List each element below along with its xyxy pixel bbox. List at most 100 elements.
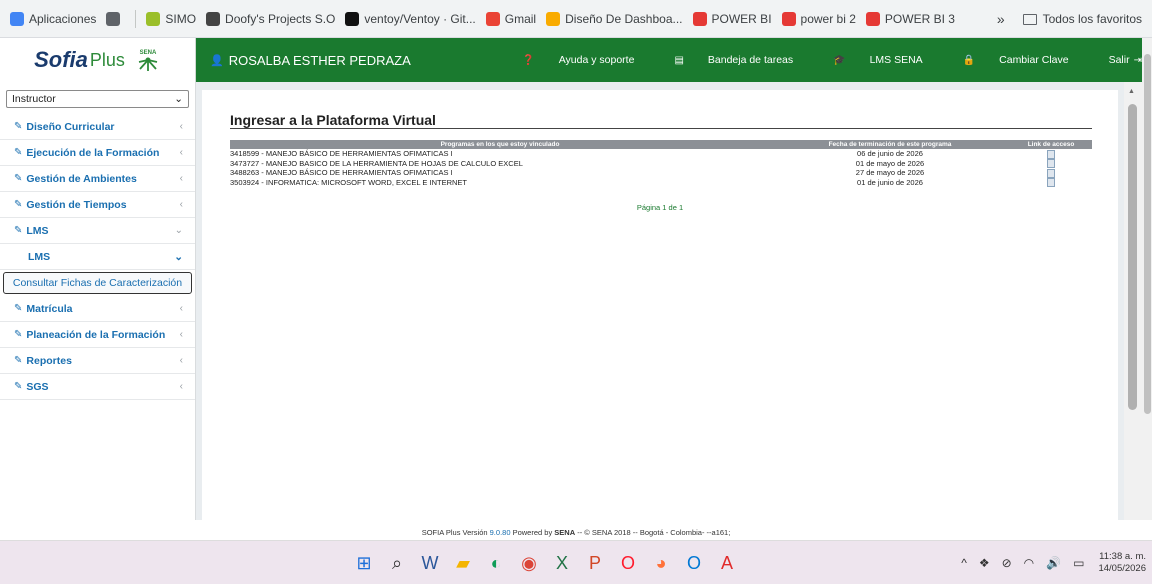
network-off-icon[interactable]: ⊘ <box>1002 556 1012 570</box>
nav-label: Cambiar Clave <box>999 54 1069 66</box>
link-cell <box>1010 178 1092 188</box>
bookmark-icon <box>692 11 707 26</box>
nav-label: LMS SENA <box>869 54 923 66</box>
top-nav: ❓ Ayuda y soporte ▤ Bandeja de tareas 🎓 LMS S… <box>482 38 1142 82</box>
sidebar-item-text: Ejecución de la Formación <box>26 146 160 159</box>
file-explorer-icon[interactable]: ▰ <box>449 549 477 577</box>
sidebar-item-consultar-fichas[interactable]: Consultar Fichas de Caracterización <box>3 272 192 294</box>
sidebar-item-lms[interactable]: ✎ LMS ⌄ <box>0 218 195 244</box>
access-link-icon[interactable] <box>1047 149 1055 159</box>
sena-logo-icon: SENA <box>138 50 158 71</box>
clock[interactable]: 11:38 a. m. 14/05/2026 <box>1098 551 1146 575</box>
col-header-link: Link de acceso <box>1010 140 1092 149</box>
excel-icon[interactable]: X <box>548 549 576 577</box>
nav-label: Salir <box>1108 54 1130 66</box>
sidebar-item-text: Matrícula <box>26 302 73 315</box>
pagination: Página 1 de 1 <box>636 203 684 212</box>
bookmark-1[interactable] <box>106 11 125 26</box>
bookmark-0[interactable]: Aplicaciones <box>10 11 96 26</box>
bookmark-label: Doofy's Projects S.O <box>225 11 336 26</box>
app-header: Sofia Plus SENA 👤 ROSALBA ESTHER PEDRAZA… <box>0 38 1152 82</box>
chevron-icon: ‹ <box>179 199 183 210</box>
firefox-icon[interactable]: ◕ <box>647 549 675 577</box>
word-icon[interactable]: W <box>416 549 444 577</box>
col-header-date: Fecha de terminación de este programa <box>770 140 1010 149</box>
table-row: 3488263 - MANEJO BÁSICO DE HERRAMIENTAS … <box>230 168 1092 178</box>
footer: SOFIA Plus Versión 9.0.80 Powered by SEN… <box>0 520 1152 540</box>
tray-icon: ▤ <box>674 54 684 66</box>
window-scrollbar[interactable] <box>1142 38 1152 520</box>
all-bookmarks-link[interactable]: Todos los favoritos <box>1043 12 1142 26</box>
sidebar-item-matr-cula[interactable]: ✎ Matrícula ‹ <box>0 296 195 322</box>
nav-label: Bandeja de tareas <box>707 54 794 66</box>
page-title: Ingresar a la Plataforma Virtual <box>230 112 436 128</box>
footer-version[interactable]: 9.0.80 <box>490 528 511 537</box>
sofia-plus-logo[interactable]: Sofia Plus SENA <box>0 38 196 82</box>
nav-lock[interactable]: 🔒 Cambiar Clave <box>943 54 1069 66</box>
sidebar-item-reportes[interactable]: ✎ Reportes ‹ <box>0 348 195 374</box>
sidebar-item-gesti-n-de-ambientes[interactable]: ✎ Gestión de Ambientes ‹ <box>0 166 195 192</box>
bookmark-3[interactable]: Doofy's Projects S.O <box>206 11 336 26</box>
dropbox-icon[interactable]: ❖ <box>979 556 990 570</box>
chevron-icon: ‹ <box>179 121 183 132</box>
powerpoint-icon[interactable]: P <box>581 549 609 577</box>
nav-label: Ayuda y soporte <box>558 54 635 66</box>
bookmark-icon <box>485 11 500 26</box>
bookmark-7[interactable]: POWER BI <box>692 11 772 26</box>
access-link-icon[interactable] <box>1047 159 1055 169</box>
acrobat-icon[interactable]: A <box>713 549 741 577</box>
footer-mid: Powered by <box>510 528 555 537</box>
sidebar-subitem-lms[interactable]: LMS ⌄ <box>0 244 195 270</box>
edge-icon[interactable]: ◐ <box>482 549 510 577</box>
bookmark-6[interactable]: Diseño De Dashboa... <box>546 11 683 26</box>
content-scrollbar[interactable]: ▲ <box>1124 82 1142 520</box>
nav-help[interactable]: ❓ Ayuda y soporte <box>502 54 634 66</box>
date-cell: 01 de mayo de 2026 <box>855 158 925 168</box>
user-label: ROSALBA ESTHER PEDRAZA <box>228 52 411 68</box>
logout-icon: ⇥ <box>1133 54 1142 66</box>
bookmark-5[interactable]: Gmail <box>485 11 536 26</box>
bookmark-4[interactable]: ventoy/Ventoy · Git... <box>345 11 476 26</box>
sidebar-item-dise-o-curricular[interactable]: ✎ Diseño Curricular ‹ <box>0 114 195 140</box>
more-bookmarks-button[interactable]: » <box>997 11 1005 27</box>
access-link-icon[interactable] <box>1047 178 1055 188</box>
sidebar-item-label: ✎ Planeación de la Formación <box>14 329 165 341</box>
sidebar-item-gesti-n-de-tiempos[interactable]: ✎ Gestión de Tiempos ‹ <box>0 192 195 218</box>
edit-icon: ✎ <box>14 329 23 340</box>
footer-sena: SENA <box>554 528 576 537</box>
chevron-down-icon: ⌄ <box>174 250 183 263</box>
sidebar-item-ejecuci-n-de-la-formaci-n[interactable]: ✎ Ejecución de la Formación ‹ <box>0 140 195 166</box>
bookmark-icon <box>345 11 360 26</box>
user-name[interactable]: 👤 ROSALBA ESTHER PEDRAZA <box>210 53 411 68</box>
bookmark-2[interactable]: SIMO <box>146 11 196 26</box>
sidebar-item-sgs[interactable]: ✎ SGS ‹ <box>0 374 195 400</box>
windows-start-icon[interactable]: ⊞ <box>350 549 378 577</box>
sidebar-item-label: ✎ Diseño Curricular <box>14 121 115 133</box>
bookmark-label: ventoy/Ventoy · Git... <box>364 11 476 26</box>
sidebar: Instructor ⌄ ✎ Diseño Curricular ‹ ✎ Ejecuci… <box>0 82 196 520</box>
role-select[interactable]: Instructor ⌄ <box>6 90 189 108</box>
opera-icon[interactable]: O <box>614 549 642 577</box>
nav-tray[interactable]: ▤ Bandeja de tareas <box>654 54 793 66</box>
wifi-icon[interactable]: ◠ <box>1024 556 1034 570</box>
access-link-icon[interactable] <box>1047 168 1055 178</box>
bookmark-9[interactable]: POWER BI 3 <box>865 11 955 26</box>
bookmark-icon <box>781 11 796 26</box>
chevron-down-icon: ⌄ <box>174 93 183 105</box>
edit-icon: ✎ <box>14 225 23 236</box>
window-scrollbar-thumb[interactable] <box>1144 54 1151 414</box>
search-icon[interactable]: ⌕ <box>383 549 411 577</box>
volume-icon[interactable]: 🔊 <box>1046 556 1061 570</box>
nav-logout[interactable]: Salir ⇥ <box>1089 54 1142 66</box>
nav-graduation[interactable]: 🎓 LMS SENA <box>813 54 923 66</box>
edit-icon: ✎ <box>14 355 23 366</box>
sidebar-item-planeaci-n-de-la-formaci-n[interactable]: ✎ Planeación de la Formación ‹ <box>0 322 195 348</box>
battery-icon[interactable]: ▭ <box>1073 556 1084 570</box>
scroll-up-icon[interactable]: ▲ <box>1128 88 1135 95</box>
scrollbar-thumb[interactable] <box>1128 104 1137 410</box>
chrome-icon[interactable]: ◉ <box>515 549 543 577</box>
outlook-icon[interactable]: O <box>680 549 708 577</box>
chevron-up-icon[interactable]: ^ <box>961 556 967 570</box>
bookmark-8[interactable]: power bi 2 <box>781 11 856 26</box>
edit-icon: ✎ <box>14 147 23 158</box>
